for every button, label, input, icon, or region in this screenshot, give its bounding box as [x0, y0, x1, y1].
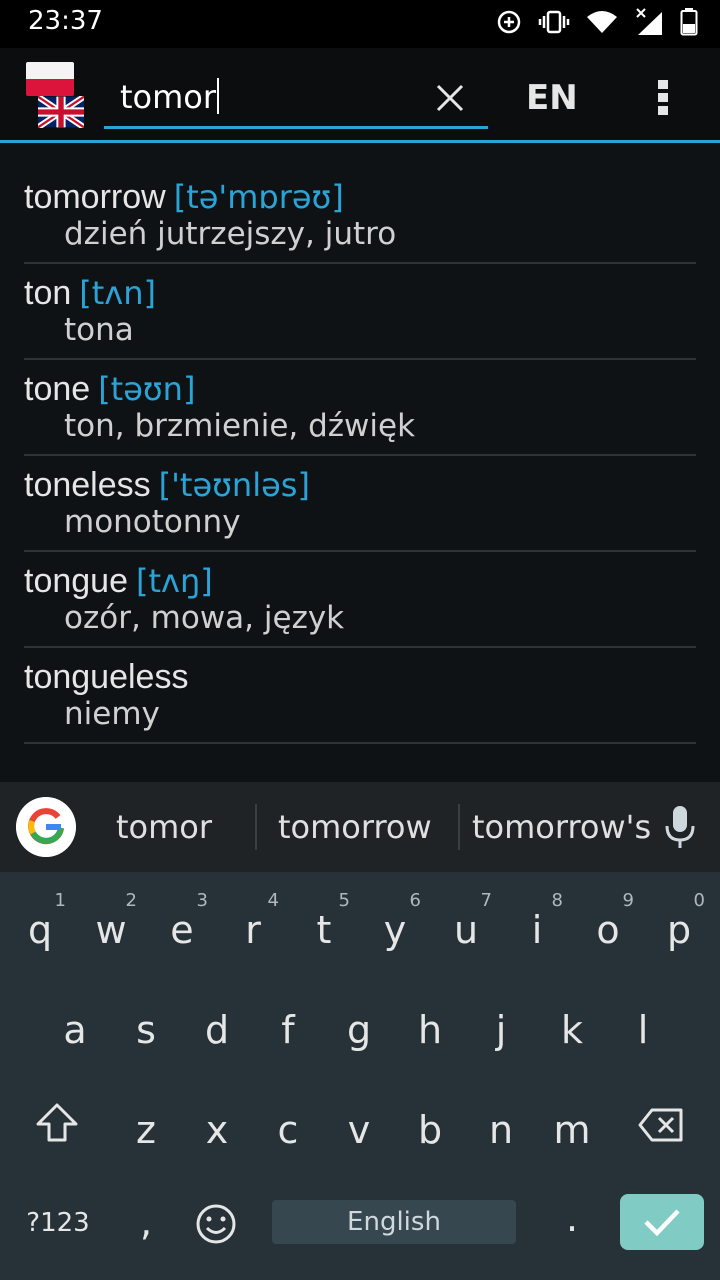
- polish-flag-icon: [26, 62, 74, 96]
- key-x[interactable]: x: [185, 1084, 249, 1164]
- shift-key-icon[interactable]: [34, 1102, 80, 1144]
- battery-icon: [680, 8, 698, 36]
- entry-word: tongueless: [24, 658, 189, 696]
- text-caret: [217, 78, 220, 114]
- key-u[interactable]: 7u: [434, 884, 498, 964]
- entry-translation: niemy: [64, 696, 160, 732]
- language-switch-button[interactable]: [26, 62, 88, 128]
- vibrate-icon: [538, 10, 570, 34]
- list-item[interactable]: toneless ['təʊnləs] monotonny: [0, 456, 720, 552]
- search-query: tomor: [120, 78, 217, 116]
- wifi-icon: [587, 11, 617, 33]
- entry-word: ton: [24, 274, 72, 312]
- uk-flag-icon: [38, 96, 84, 128]
- results-list: tomorrow [tə'mɒrəʊ] dzień jutrzejszy, jut…: [0, 168, 720, 744]
- language-direction-button[interactable]: EN: [526, 78, 578, 118]
- divider: [24, 742, 696, 744]
- entry-pronunciation: [tʌŋ]: [136, 562, 213, 600]
- key-z[interactable]: z: [114, 1084, 178, 1164]
- key-d[interactable]: d: [185, 984, 249, 1064]
- enter-button[interactable]: [620, 1194, 704, 1250]
- check-icon: [644, 1209, 680, 1237]
- list-item[interactable]: tone [təʊn] ton, brzmienie, dźwięk: [0, 360, 720, 456]
- key-t[interactable]: 5t: [292, 884, 356, 964]
- entry-pronunciation: ['təʊnləs]: [158, 466, 310, 504]
- entry-translation: monotonny: [64, 504, 241, 540]
- key-k[interactable]: k: [540, 984, 604, 1064]
- google-logo-icon[interactable]: [16, 797, 76, 857]
- key-f[interactable]: f: [256, 984, 320, 1064]
- key-p[interactable]: 0p: [647, 884, 711, 964]
- key-v[interactable]: v: [327, 1084, 391, 1164]
- key-q[interactable]: 1q: [8, 884, 72, 964]
- entry-word: tongue: [24, 562, 128, 600]
- entry-word: tomorrow: [24, 178, 166, 216]
- cell-signal-icon: [636, 8, 662, 35]
- list-item[interactable]: tongue [tʌŋ] ozór, mowa, język: [0, 552, 720, 648]
- entry-word: toneless: [24, 466, 151, 504]
- key-j[interactable]: j: [469, 984, 533, 1064]
- soft-keyboard: 1q 2w 3e 4r 5t 6y 7u 8i 9o 0p a s d f g …: [0, 872, 720, 1280]
- key-m[interactable]: m: [540, 1084, 604, 1164]
- status-icons: [496, 8, 698, 36]
- key-h[interactable]: h: [398, 984, 462, 1064]
- key-i[interactable]: 8i: [505, 884, 569, 964]
- entry-translation: dzień jutrzejszy, jutro: [64, 216, 397, 252]
- suggestion-2[interactable]: tomorrow: [278, 808, 432, 846]
- suggestion-3[interactable]: tomorrow's: [472, 808, 651, 846]
- space-bar[interactable]: English: [272, 1200, 516, 1244]
- list-item[interactable]: tongueless niemy: [0, 648, 720, 744]
- app-bar-divider: [0, 140, 720, 143]
- entry-translation: tona: [64, 312, 134, 348]
- status-bar: 23:37: [0, 0, 720, 48]
- key-e[interactable]: 3e: [150, 884, 214, 964]
- emoji-icon[interactable]: [194, 1202, 238, 1246]
- entry-word: tone: [24, 370, 91, 408]
- entry-pronunciation: [təʊn]: [98, 370, 196, 408]
- key-w[interactable]: 2w: [79, 884, 143, 964]
- status-time: 23:37: [28, 6, 103, 36]
- key-b[interactable]: b: [398, 1084, 462, 1164]
- suggestion-strip: tomor tomorrow tomorrow's: [0, 782, 720, 872]
- search-input[interactable]: tomor: [104, 68, 488, 129]
- entry-translation: ton, brzmienie, dźwięk: [64, 408, 416, 444]
- list-item[interactable]: tomorrow [tə'mɒrəʊ] dzień jutrzejszy, jut…: [0, 168, 720, 264]
- backspace-icon[interactable]: [638, 1108, 684, 1142]
- clear-icon[interactable]: [434, 82, 466, 114]
- key-s[interactable]: s: [114, 984, 178, 1064]
- symbols-key[interactable]: ?123: [16, 1184, 100, 1264]
- key-l[interactable]: l: [611, 984, 675, 1064]
- key-y[interactable]: 6y: [363, 884, 427, 964]
- divider: [255, 804, 257, 850]
- divider: [458, 804, 460, 850]
- period-key[interactable]: .: [540, 1184, 604, 1264]
- key-r[interactable]: 4r: [221, 884, 285, 964]
- mic-icon[interactable]: [664, 804, 696, 850]
- suggestion-1[interactable]: tomor: [116, 808, 212, 846]
- data-saver-icon: [497, 10, 521, 34]
- entry-pronunciation: [tʌn]: [79, 274, 156, 312]
- key-n[interactable]: n: [469, 1084, 533, 1164]
- list-item[interactable]: ton [tʌn] tona: [0, 264, 720, 360]
- entry-pronunciation: [tə'mɒrəʊ]: [173, 178, 344, 216]
- overflow-menu-icon[interactable]: [655, 78, 671, 118]
- entry-translation: ozór, mowa, język: [64, 600, 345, 636]
- key-o[interactable]: 9o: [576, 884, 640, 964]
- key-c[interactable]: c: [256, 1084, 320, 1164]
- app-bar: tomor EN: [0, 48, 720, 140]
- key-a[interactable]: a: [43, 984, 107, 1064]
- key-g[interactable]: g: [327, 984, 391, 1064]
- comma-key[interactable]: ,: [114, 1184, 178, 1264]
